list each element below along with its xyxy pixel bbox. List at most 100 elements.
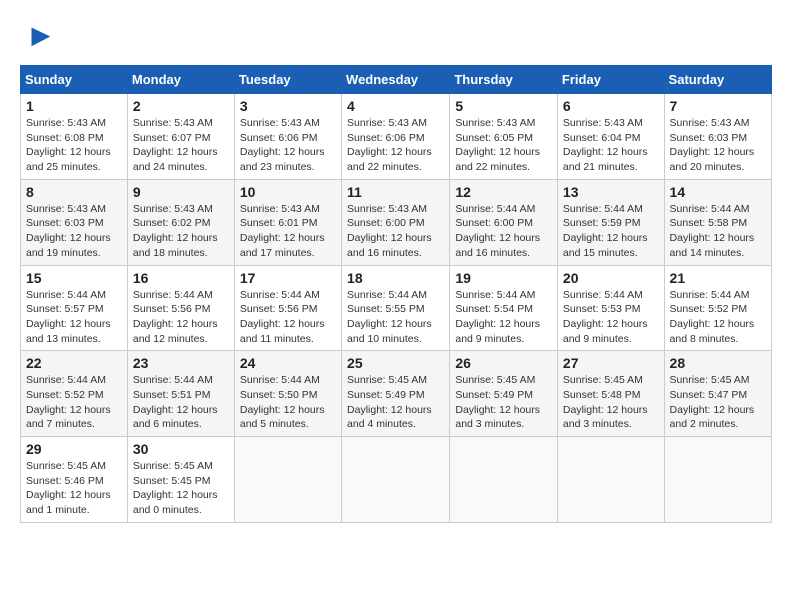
calendar-cell: [664, 437, 771, 523]
calendar-week-row: 15 Sunrise: 5:44 AMSunset: 5:57 PMDayligh…: [21, 265, 772, 351]
calendar-cell: 2Sunrise: 5:43 AMSunset: 6:07 PMDaylight…: [127, 94, 234, 180]
calendar-cell: 6 Sunrise: 5:43 AMSunset: 6:04 PMDaylight…: [557, 94, 664, 180]
calendar-table: SundayMondayTuesdayWednesdayThursdayFrid…: [20, 65, 772, 523]
calendar-cell: [450, 437, 558, 523]
calendar-cell: 29 Sunrise: 5:45 AMSunset: 5:46 PMDayligh…: [21, 437, 128, 523]
weekday-header-monday: Monday: [127, 66, 234, 94]
day-info: Sunrise: 5:43 AMSunset: 6:03 PMDaylight:…: [670, 116, 766, 175]
day-info: Sunrise: 5:45 AMSunset: 5:49 PMDaylight:…: [455, 373, 552, 432]
calendar-cell: 26 Sunrise: 5:45 AMSunset: 5:49 PMDayligh…: [450, 351, 558, 437]
day-info: Sunrise: 5:44 AMSunset: 5:58 PMDaylight:…: [670, 202, 766, 261]
calendar-week-row: 29 Sunrise: 5:45 AMSunset: 5:46 PMDayligh…: [21, 437, 772, 523]
weekday-header-thursday: Thursday: [450, 66, 558, 94]
day-info: Sunrise: 5:44 AMSunset: 5:53 PMDaylight:…: [563, 288, 659, 347]
day-number: 5: [455, 98, 552, 114]
calendar-week-row: 1 Sunrise: 5:43 AMSunset: 6:08 PMDaylight…: [21, 94, 772, 180]
day-info: Sunrise: 5:43 AMSunset: 6:00 PMDaylight:…: [347, 202, 444, 261]
day-info: Sunrise: 5:45 AMSunset: 5:46 PMDaylight:…: [26, 459, 122, 518]
calendar-cell: 7 Sunrise: 5:43 AMSunset: 6:03 PMDaylight…: [664, 94, 771, 180]
day-number: 8: [26, 184, 122, 200]
day-info: Sunrise: 5:44 AMSunset: 5:56 PMDaylight:…: [133, 288, 229, 347]
calendar-cell: 1 Sunrise: 5:43 AMSunset: 6:08 PMDaylight…: [21, 94, 128, 180]
day-number: 6: [563, 98, 659, 114]
day-number: 21: [670, 270, 766, 286]
calendar-cell: 11 Sunrise: 5:43 AMSunset: 6:00 PMDayligh…: [342, 179, 450, 265]
calendar-cell: [557, 437, 664, 523]
day-info: Sunrise: 5:43 AMSunset: 6:06 PMDaylight:…: [240, 116, 336, 175]
day-info: Sunrise: 5:44 AMSunset: 5:59 PMDaylight:…: [563, 202, 659, 261]
day-number: 11: [347, 184, 444, 200]
calendar-cell: 12Sunrise: 5:44 AMSunset: 6:00 PMDayligh…: [450, 179, 558, 265]
day-number: 1: [26, 98, 122, 114]
day-number: 24: [240, 355, 336, 371]
page-header: [20, 20, 772, 55]
day-number: 14: [670, 184, 766, 200]
calendar-cell: 28 Sunrise: 5:45 AMSunset: 5:47 PMDayligh…: [664, 351, 771, 437]
calendar-cell: 5Sunrise: 5:43 AMSunset: 6:05 PMDaylight…: [450, 94, 558, 180]
calendar-cell: 16Sunrise: 5:44 AMSunset: 5:56 PMDayligh…: [127, 265, 234, 351]
day-number: 15: [26, 270, 122, 286]
day-info: Sunrise: 5:44 AMSunset: 5:52 PMDaylight:…: [26, 373, 122, 432]
day-info: Sunrise: 5:43 AMSunset: 6:03 PMDaylight:…: [26, 202, 122, 261]
calendar-week-row: 8 Sunrise: 5:43 AMSunset: 6:03 PMDaylight…: [21, 179, 772, 265]
calendar-header-row: SundayMondayTuesdayWednesdayThursdayFrid…: [21, 66, 772, 94]
calendar-cell: 27 Sunrise: 5:45 AMSunset: 5:48 PMDayligh…: [557, 351, 664, 437]
day-number: 7: [670, 98, 766, 114]
calendar-cell: 21 Sunrise: 5:44 AMSunset: 5:52 PMDayligh…: [664, 265, 771, 351]
day-info: Sunrise: 5:43 AMSunset: 6:02 PMDaylight:…: [133, 202, 229, 261]
day-number: 19: [455, 270, 552, 286]
calendar-cell: 9 Sunrise: 5:43 AMSunset: 6:02 PMDaylight…: [127, 179, 234, 265]
day-info: Sunrise: 5:44 AMSunset: 6:00 PMDaylight:…: [455, 202, 552, 261]
day-info: Sunrise: 5:44 AMSunset: 5:57 PMDaylight:…: [26, 288, 122, 347]
calendar-cell: 20 Sunrise: 5:44 AMSunset: 5:53 PMDayligh…: [557, 265, 664, 351]
day-info: Sunrise: 5:45 AMSunset: 5:45 PMDaylight:…: [133, 459, 229, 518]
day-number: 30: [133, 441, 229, 457]
day-info: Sunrise: 5:43 AMSunset: 6:04 PMDaylight:…: [563, 116, 659, 175]
day-info: Sunrise: 5:43 AMSunset: 6:06 PMDaylight:…: [347, 116, 444, 175]
day-info: Sunrise: 5:44 AMSunset: 5:54 PMDaylight:…: [455, 288, 552, 347]
day-number: 4: [347, 98, 444, 114]
day-info: Sunrise: 5:43 AMSunset: 6:07 PMDaylight:…: [133, 116, 229, 175]
day-info: Sunrise: 5:44 AMSunset: 5:52 PMDaylight:…: [670, 288, 766, 347]
calendar-cell: 23 Sunrise: 5:44 AMSunset: 5:51 PMDayligh…: [127, 351, 234, 437]
calendar-cell: 24 Sunrise: 5:44 AMSunset: 5:50 PMDayligh…: [234, 351, 341, 437]
day-info: Sunrise: 5:44 AMSunset: 5:50 PMDaylight:…: [240, 373, 336, 432]
day-number: 17: [240, 270, 336, 286]
day-number: 28: [670, 355, 766, 371]
day-info: Sunrise: 5:43 AMSunset: 6:08 PMDaylight:…: [26, 116, 122, 175]
day-number: 25: [347, 355, 444, 371]
calendar-cell: 25 Sunrise: 5:45 AMSunset: 5:49 PMDayligh…: [342, 351, 450, 437]
day-number: 29: [26, 441, 122, 457]
weekday-header-wednesday: Wednesday: [342, 66, 450, 94]
calendar-cell: 22 Sunrise: 5:44 AMSunset: 5:52 PMDayligh…: [21, 351, 128, 437]
calendar-cell: 13 Sunrise: 5:44 AMSunset: 5:59 PMDayligh…: [557, 179, 664, 265]
day-info: Sunrise: 5:45 AMSunset: 5:49 PMDaylight:…: [347, 373, 444, 432]
day-number: 27: [563, 355, 659, 371]
day-info: Sunrise: 5:44 AMSunset: 5:51 PMDaylight:…: [133, 373, 229, 432]
calendar-cell: 3 Sunrise: 5:43 AMSunset: 6:06 PMDaylight…: [234, 94, 341, 180]
calendar-cell: [234, 437, 341, 523]
day-number: 23: [133, 355, 229, 371]
logo-icon: [24, 20, 54, 50]
weekday-header-friday: Friday: [557, 66, 664, 94]
day-info: Sunrise: 5:45 AMSunset: 5:48 PMDaylight:…: [563, 373, 659, 432]
weekday-header-sunday: Sunday: [21, 66, 128, 94]
weekday-header-tuesday: Tuesday: [234, 66, 341, 94]
day-number: 20: [563, 270, 659, 286]
weekday-header-saturday: Saturday: [664, 66, 771, 94]
logo: [20, 20, 54, 55]
day-info: Sunrise: 5:44 AMSunset: 5:55 PMDaylight:…: [347, 288, 444, 347]
calendar-week-row: 22 Sunrise: 5:44 AMSunset: 5:52 PMDayligh…: [21, 351, 772, 437]
calendar-cell: 17Sunrise: 5:44 AMSunset: 5:56 PMDayligh…: [234, 265, 341, 351]
calendar-cell: 18Sunrise: 5:44 AMSunset: 5:55 PMDayligh…: [342, 265, 450, 351]
calendar-cell: 15 Sunrise: 5:44 AMSunset: 5:57 PMDayligh…: [21, 265, 128, 351]
day-number: 13: [563, 184, 659, 200]
day-number: 26: [455, 355, 552, 371]
day-number: 9: [133, 184, 229, 200]
calendar-cell: 4 Sunrise: 5:43 AMSunset: 6:06 PMDaylight…: [342, 94, 450, 180]
day-info: Sunrise: 5:45 AMSunset: 5:47 PMDaylight:…: [670, 373, 766, 432]
calendar-cell: 14 Sunrise: 5:44 AMSunset: 5:58 PMDayligh…: [664, 179, 771, 265]
day-number: 3: [240, 98, 336, 114]
day-number: 22: [26, 355, 122, 371]
calendar-cell: 19 Sunrise: 5:44 AMSunset: 5:54 PMDayligh…: [450, 265, 558, 351]
